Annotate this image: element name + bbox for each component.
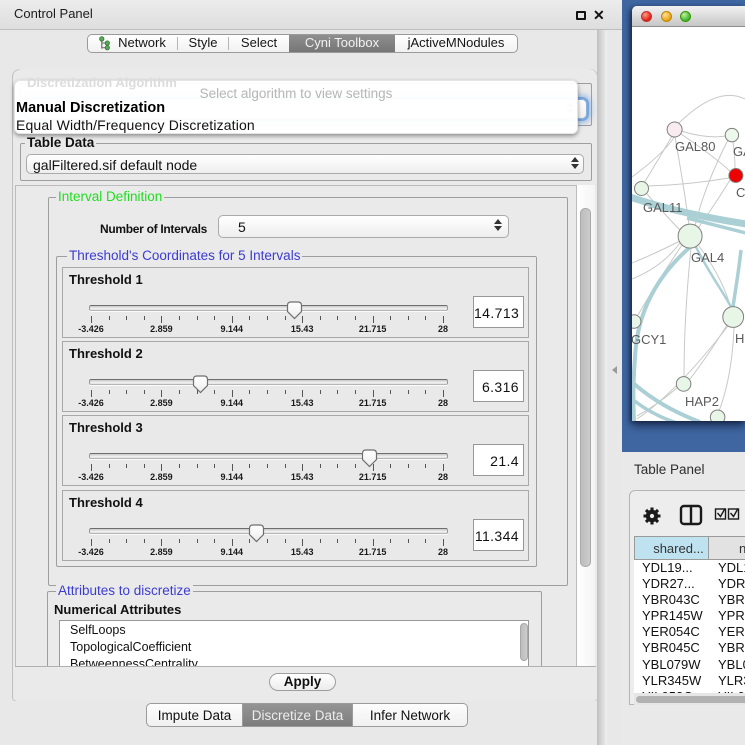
svg-text:GAL11: GAL11	[643, 200, 683, 215]
svg-text:GA: GA	[733, 144, 745, 159]
svg-text:C: C	[736, 185, 745, 200]
svg-text:H: H	[735, 331, 744, 346]
svg-text:HAP2: HAP2	[685, 394, 719, 409]
svg-text:GCY1: GCY1	[632, 332, 666, 347]
svg-text:GAL80: GAL80	[675, 139, 715, 154]
svg-text:GAL4: GAL4	[691, 250, 724, 265]
